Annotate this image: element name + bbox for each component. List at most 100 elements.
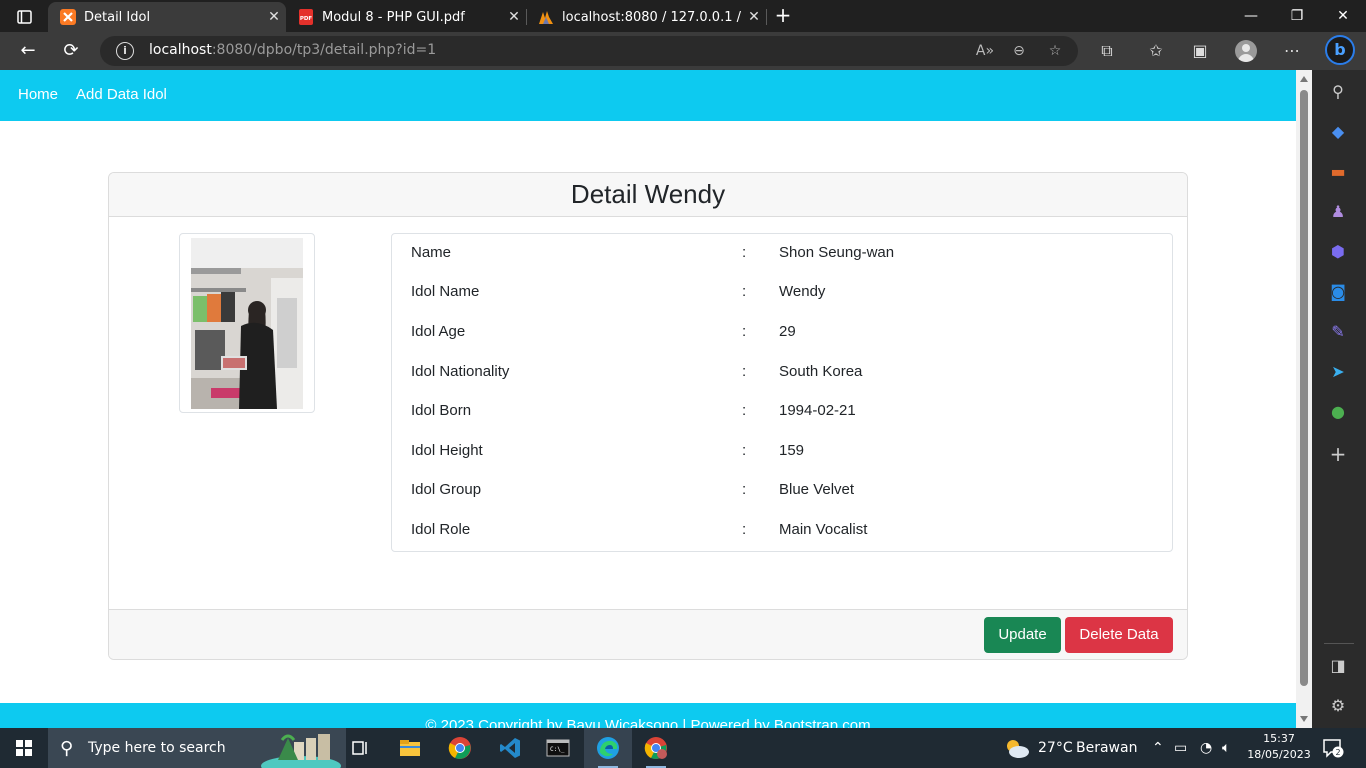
more-options-icon[interactable]: ⋯ — [1281, 40, 1303, 62]
scrollbar-thumb[interactable] — [1300, 90, 1308, 686]
row-value: 159 — [779, 442, 805, 459]
collections-icon[interactable]: ▣ — [1189, 40, 1211, 62]
windows-start-icon[interactable] — [16, 740, 32, 756]
zoom-out-icon[interactable]: ⊖ — [1009, 42, 1029, 60]
row-separator: : — [742, 402, 747, 419]
profile-avatar[interactable] — [1235, 40, 1257, 62]
add-favorite-icon[interactable]: ☆ — [1045, 42, 1065, 60]
search-icon[interactable]: ⚲ — [1326, 80, 1350, 104]
games-icon[interactable]: ♟ — [1326, 200, 1350, 224]
page-scrollbar[interactable] — [1296, 70, 1312, 728]
outlook-icon[interactable]: ◙ — [1326, 280, 1350, 304]
terminal-icon[interactable]: C:\_ — [534, 728, 582, 768]
microsoft365-icon[interactable]: ⬢ — [1326, 240, 1350, 264]
favorites-icon[interactable]: ✩ — [1145, 40, 1167, 62]
row-label: Idol Born — [411, 402, 472, 419]
top-navbar: Home Add Data Idol — [0, 70, 1296, 121]
tree-icon[interactable]: ● — [1326, 400, 1350, 424]
row-label: Idol Name — [411, 283, 480, 300]
chrome-profile-icon[interactable] — [632, 728, 680, 768]
site-info-icon[interactable]: i — [116, 42, 134, 60]
settings-gear-icon[interactable]: ⚙ — [1326, 694, 1350, 718]
extensions-icon[interactable]: ⧉ — [1096, 40, 1118, 62]
taskbar-search[interactable]: ⚲ Type here to search — [48, 728, 346, 768]
chrome-icon[interactable] — [436, 728, 484, 768]
search-placeholder: Type here to search — [88, 740, 226, 756]
card-header: Detail Wendy — [109, 173, 1187, 217]
phpmyadmin-icon — [539, 11, 553, 24]
sidebar-layout-icon[interactable]: ◨ — [1326, 654, 1350, 678]
search-highlight-art — [261, 734, 341, 768]
detail-row-age: Idol Age : 29 — [392, 313, 1172, 353]
read-aloud-icon[interactable]: A» — [975, 42, 995, 60]
refresh-icon[interactable]: ⟳ — [57, 37, 85, 65]
windows-taskbar: ⚲ Type here to search C:\_ 27°C Berawan … — [0, 728, 1366, 768]
tab-divider — [766, 9, 767, 25]
task-view-icon[interactable] — [336, 728, 384, 768]
tab-phpmyadmin[interactable]: localhost:8080 / 127.0.0.1 / db_tp ✕ — [526, 2, 766, 32]
vscode-icon[interactable] — [486, 728, 534, 768]
wifi-icon[interactable]: ◔ — [1200, 728, 1212, 768]
idol-detail-table: Name : Shon Seung-wan Idol Name : Wendy … — [391, 233, 1173, 552]
address-bar[interactable]: i localhost:8080/dpbo/tp3/detail.php?id=… — [100, 36, 1078, 66]
system-clock[interactable]: 15:37 18/05/2023 — [1246, 731, 1312, 763]
row-label: Idol Height — [411, 442, 483, 459]
url-text[interactable]: localhost:8080/dpbo/tp3/detail.php?id=1 — [149, 42, 436, 58]
row-label: Idol Role — [411, 521, 471, 538]
tab-pdf[interactable]: PDF Modul 8 - PHP GUI.pdf ✕ — [286, 2, 526, 32]
designer-icon[interactable]: ✎ — [1326, 320, 1350, 344]
tray-chevron-icon[interactable]: ⌃ — [1152, 728, 1164, 768]
row-separator: : — [742, 521, 747, 538]
close-window-button[interactable]: ✕ — [1320, 0, 1366, 32]
tab-title: Modul 8 - PHP GUI.pdf — [322, 9, 465, 25]
volume-icon[interactable]: 🔈︎ — [1222, 728, 1230, 768]
row-separator: : — [742, 481, 747, 498]
edge-taskbar-icon[interactable] — [584, 728, 632, 768]
row-value: 29 — [779, 323, 796, 340]
restore-button[interactable]: ❐ — [1274, 0, 1320, 32]
shopping-tag-icon[interactable]: ◆ — [1326, 120, 1350, 144]
page-footer: © 2023 Copyright by Bayu Wicaksono | Pow… — [0, 703, 1296, 728]
tab-title: Detail Idol — [84, 9, 151, 25]
row-label: Idol Nationality — [411, 363, 510, 380]
tab-actions-icon[interactable] — [10, 6, 38, 28]
detail-row-height: Idol Height : 159 — [392, 432, 1172, 472]
scroll-down-icon[interactable] — [1300, 716, 1308, 722]
row-label: Idol Group — [411, 481, 482, 498]
battery-icon[interactable]: ▭ — [1174, 728, 1187, 768]
pdf-icon: PDF — [299, 9, 313, 25]
clock-date: 18/05/2023 — [1247, 748, 1311, 761]
close-tab-icon[interactable]: ✕ — [502, 9, 526, 25]
scroll-up-icon[interactable] — [1300, 76, 1308, 82]
back-icon[interactable]: ← — [14, 37, 42, 65]
add-sidebar-app-icon[interactable]: + — [1326, 442, 1350, 466]
idol-photo-frame — [179, 233, 315, 413]
weather-cloud-icon — [1007, 740, 1029, 758]
xampp-icon — [60, 9, 76, 25]
weather-condition[interactable]: Berawan — [1076, 728, 1137, 768]
tab-detail-idol[interactable]: Detail Idol ✕ — [48, 2, 286, 32]
bing-chat-icon[interactable]: b — [1325, 35, 1355, 65]
notification-center-icon[interactable]: 2 — [1322, 738, 1344, 758]
new-tab-button[interactable]: + — [770, 4, 796, 28]
file-explorer-icon[interactable] — [386, 728, 434, 768]
row-separator: : — [742, 442, 747, 459]
weather-temperature[interactable]: 27°C — [1038, 728, 1073, 768]
detail-row-group: Idol Group : Blue Velvet — [392, 471, 1172, 511]
row-separator: : — [742, 244, 747, 261]
update-button[interactable]: Update — [984, 617, 1061, 653]
close-tab-icon[interactable]: ✕ — [262, 9, 286, 25]
close-tab-icon[interactable]: ✕ — [742, 9, 766, 25]
minimize-button[interactable]: — — [1228, 0, 1274, 32]
delete-data-button[interactable]: Delete Data — [1065, 617, 1173, 653]
nav-add-idol-link[interactable]: Add Data Idol — [76, 86, 167, 103]
svg-text:PDF: PDF — [300, 16, 313, 22]
sidebar-divider — [1324, 643, 1354, 644]
nav-home-link[interactable]: Home — [18, 86, 58, 103]
edge-sidebar: ⚲ ◆ ▬ ♟ ⬢ ◙ ✎ ➤ ● + ◨ ⚙ — [1312, 70, 1366, 728]
row-separator: : — [742, 283, 747, 300]
browser-tab-strip: Detail Idol ✕ PDF Modul 8 - PHP GUI.pdf … — [0, 0, 1366, 32]
row-label: Idol Age — [411, 323, 466, 340]
tools-icon[interactable]: ▬ — [1326, 160, 1350, 184]
send-icon[interactable]: ➤ — [1326, 360, 1350, 384]
